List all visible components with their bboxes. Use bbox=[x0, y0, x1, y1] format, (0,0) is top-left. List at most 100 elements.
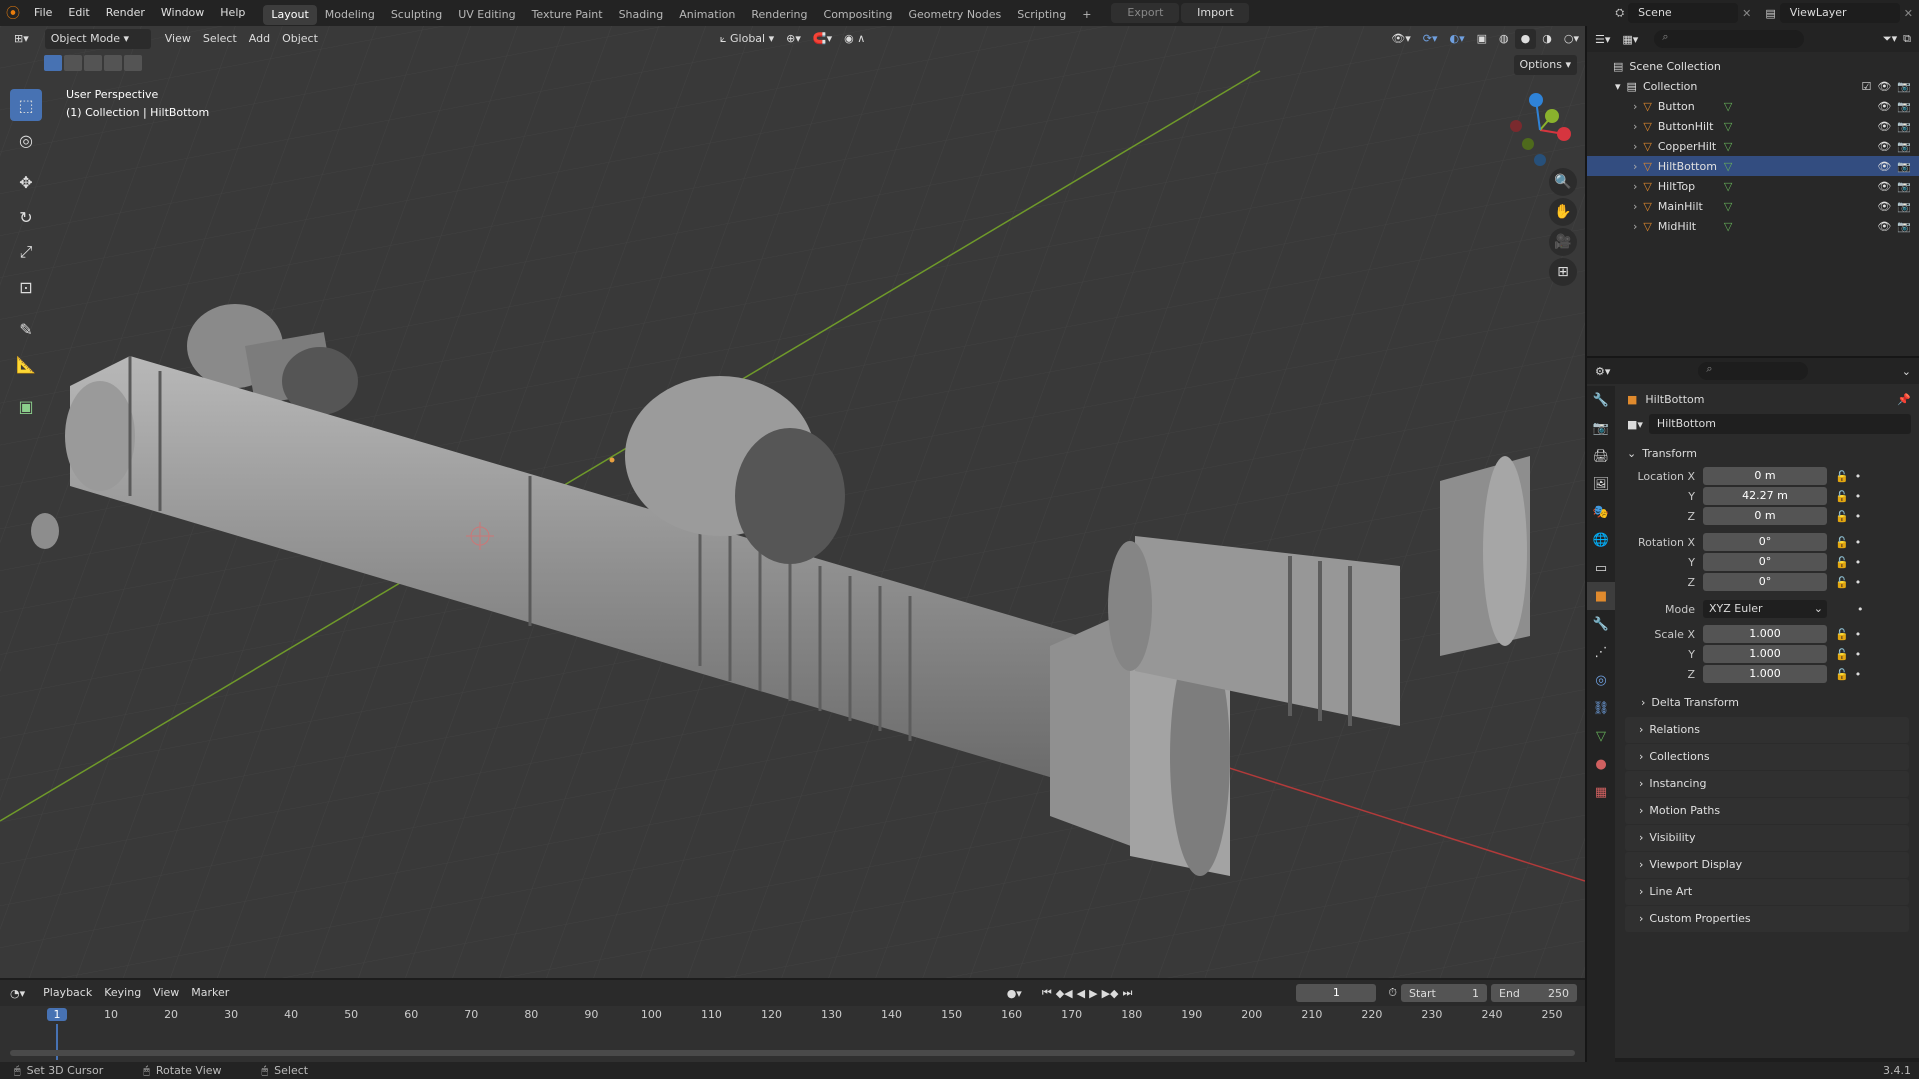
chevron-right-icon[interactable]: › bbox=[1633, 200, 1637, 213]
texture-tab-icon[interactable]: ▦ bbox=[1587, 778, 1615, 806]
z-axis-handle[interactable] bbox=[1529, 93, 1543, 107]
timeline-menu-view[interactable]: View bbox=[147, 983, 185, 1003]
eye-icon[interactable]: 👁 bbox=[1877, 100, 1891, 113]
keyframe-dot-icon[interactable]: • bbox=[1857, 603, 1864, 616]
rotation-mode-dropdown[interactable]: XYZ Euler ⌄ bbox=[1703, 600, 1827, 618]
keyframe-dot-icon[interactable]: • bbox=[1855, 510, 1862, 523]
timeline-menu-marker[interactable]: Marker bbox=[185, 983, 235, 1003]
editor-type-icon[interactable]: ⊞▾ bbox=[8, 29, 35, 49]
tab-modeling[interactable]: Modeling bbox=[317, 5, 383, 25]
lock-icon[interactable]: 🔓 bbox=[1835, 556, 1849, 569]
scale-icon[interactable]: ⤢ bbox=[10, 236, 42, 268]
shading-wireframe-icon[interactable]: ◍ bbox=[1493, 29, 1515, 49]
camera-icon[interactable]: 📷 bbox=[1897, 200, 1911, 213]
chevron-down-icon[interactable]: ⌄ bbox=[1902, 365, 1911, 378]
3d-viewport[interactable]: ⊞▾ Object Mode ▾ View Select Add Object ⟀ G… bbox=[0, 26, 1585, 978]
camera-icon[interactable]: 📷 bbox=[1897, 180, 1911, 193]
select-new-icon[interactable] bbox=[44, 55, 62, 71]
proportional-edit-icon[interactable]: ◉ ∧ bbox=[838, 29, 871, 49]
view-layer-selector[interactable]: ViewLayer bbox=[1779, 3, 1900, 23]
measure-icon[interactable]: 📐 bbox=[10, 348, 42, 380]
tab-sculpting[interactable]: Sculpting bbox=[383, 5, 450, 25]
import-button[interactable]: Import bbox=[1181, 3, 1250, 23]
tab-shading[interactable]: Shading bbox=[611, 5, 672, 25]
panel-relations[interactable]: › Relations bbox=[1625, 717, 1909, 743]
tool-tab-icon[interactable]: 🔧 bbox=[1587, 386, 1615, 414]
panel-custom-properties[interactable]: › Custom Properties bbox=[1625, 906, 1909, 932]
render-tab-icon[interactable]: 📷 bbox=[1587, 414, 1615, 442]
y-axis-handle[interactable] bbox=[1545, 109, 1559, 123]
gizmo-icon[interactable]: ⟳▾ bbox=[1417, 29, 1444, 49]
lock-icon[interactable]: 🔓 bbox=[1835, 510, 1849, 523]
next-keyframe-icon[interactable]: ▶◆ bbox=[1102, 987, 1119, 1000]
camera-icon[interactable]: 📷 bbox=[1897, 100, 1911, 113]
record-icon[interactable]: ●▾ bbox=[1007, 987, 1022, 1000]
scene-icon[interactable]: ⛭ bbox=[1615, 6, 1624, 20]
checkbox-icon[interactable]: ☑ bbox=[1861, 80, 1871, 93]
lock-icon[interactable]: 🔓 bbox=[1835, 490, 1849, 503]
add-workspace-button[interactable]: + bbox=[1074, 5, 1099, 25]
timeline-menu-keying[interactable]: Keying bbox=[98, 983, 147, 1003]
lock-icon[interactable]: 🔓 bbox=[1835, 470, 1849, 483]
keyframe-dot-icon[interactable]: • bbox=[1855, 668, 1862, 681]
tab-rendering[interactable]: Rendering bbox=[743, 5, 815, 25]
outliner-item-button[interactable]: › ▽ Button ▽ 👁 📷 bbox=[1587, 96, 1919, 116]
stopwatch-icon[interactable]: ⏱ bbox=[1388, 986, 1397, 1000]
select-box-icon[interactable]: ⬚ bbox=[10, 89, 42, 121]
properties-search-input[interactable]: ⌕ bbox=[1698, 362, 1809, 380]
location-x-field[interactable]: 0 m bbox=[1703, 467, 1827, 485]
panel-collections[interactable]: › Collections bbox=[1625, 744, 1909, 770]
eye-icon[interactable]: 👁 bbox=[1877, 200, 1891, 213]
play-reverse-icon[interactable]: ◀ bbox=[1077, 987, 1085, 1000]
world-tab-icon[interactable]: 🌐 bbox=[1587, 526, 1615, 554]
scene-collection-row[interactable]: ▤ Scene Collection bbox=[1587, 56, 1919, 76]
eye-icon[interactable]: 👁 bbox=[1877, 140, 1891, 153]
keyframe-dot-icon[interactable]: • bbox=[1855, 556, 1862, 569]
location-z-field[interactable]: 0 m bbox=[1703, 507, 1827, 525]
view-layer-tab-icon[interactable]: 🖼 bbox=[1587, 470, 1615, 498]
filter-icon[interactable]: ⏷▾ bbox=[1883, 32, 1897, 46]
eye-icon[interactable]: 👁 bbox=[1877, 120, 1891, 133]
viewport-menu-select[interactable]: Select bbox=[197, 29, 243, 49]
location-y-field[interactable]: 42.27 m bbox=[1703, 487, 1827, 505]
outliner-item-copperhilt[interactable]: › ▽ CopperHilt ▽ 👁 📷 bbox=[1587, 136, 1919, 156]
keyframe-dot-icon[interactable]: • bbox=[1855, 628, 1862, 641]
output-tab-icon[interactable]: 🖨 bbox=[1587, 442, 1615, 470]
camera-icon[interactable]: 🎥 bbox=[1549, 228, 1577, 256]
lock-icon[interactable]: 🔓 bbox=[1835, 648, 1849, 661]
ortho-grid-icon[interactable]: ⊞ bbox=[1549, 258, 1577, 286]
tab-animation[interactable]: Animation bbox=[671, 5, 743, 25]
chevron-right-icon[interactable]: › bbox=[1633, 160, 1637, 173]
orientation-selector[interactable]: ⟀ Global ▾ bbox=[714, 29, 780, 49]
frame-ruler[interactable]: 1 10 20 30 40 50 60 70 80 90 100 110 120 130 140 150 160… bbox=[0, 1006, 1585, 1026]
chevron-down-icon[interactable]: ▾ bbox=[1615, 80, 1621, 93]
outliner-item-midhilt[interactable]: › ▽ MidHilt ▽ 👁 📷 bbox=[1587, 216, 1919, 236]
rotation-z-field[interactable]: 0° bbox=[1703, 573, 1827, 591]
lock-icon[interactable]: 🔓 bbox=[1835, 668, 1849, 681]
viewport-menu-object[interactable]: Object bbox=[276, 29, 324, 49]
prev-keyframe-icon[interactable]: ◆◀ bbox=[1056, 987, 1073, 1000]
camera-icon[interactable]: 📷 bbox=[1897, 120, 1911, 133]
object-type-icon[interactable]: ■▾ bbox=[1627, 418, 1643, 431]
chevron-right-icon[interactable]: › bbox=[1633, 220, 1637, 233]
jump-start-icon[interactable]: ⏮ bbox=[1042, 986, 1052, 1000]
tab-geometry-nodes[interactable]: Geometry Nodes bbox=[900, 5, 1009, 25]
particles-tab-icon[interactable]: ⋰ bbox=[1587, 638, 1615, 666]
x-axis-handle[interactable] bbox=[1557, 127, 1571, 141]
editor-type-icon[interactable]: ◔▾ bbox=[10, 987, 25, 1000]
object-name-field[interactable]: HiltBottom bbox=[1648, 414, 1911, 434]
pivot-icon[interactable]: ⊕▾ bbox=[780, 29, 807, 49]
keyframe-dot-icon[interactable]: • bbox=[1855, 576, 1862, 589]
end-frame-field[interactable]: End 250 bbox=[1491, 984, 1577, 1002]
scale-y-field[interactable]: 1.000 bbox=[1703, 645, 1827, 663]
start-frame-field[interactable]: Start 1 bbox=[1401, 984, 1487, 1002]
options-button[interactable]: Options ▾ bbox=[1513, 55, 1577, 75]
lock-icon[interactable]: 🔓 bbox=[1835, 628, 1849, 641]
scale-z-field[interactable]: 1.000 bbox=[1703, 665, 1827, 683]
collection-row[interactable]: ▾ ▤ Collection ☑ 👁 📷 bbox=[1587, 76, 1919, 96]
transform-panel-header[interactable]: ⌄ Transform bbox=[1617, 440, 1917, 466]
eye-icon[interactable]: 👁 bbox=[1877, 180, 1891, 193]
visibility-icon[interactable]: 👁▾ bbox=[1385, 29, 1417, 49]
camera-icon[interactable]: 📷 bbox=[1897, 80, 1911, 93]
transform-icon[interactable]: ⊡ bbox=[10, 271, 42, 303]
